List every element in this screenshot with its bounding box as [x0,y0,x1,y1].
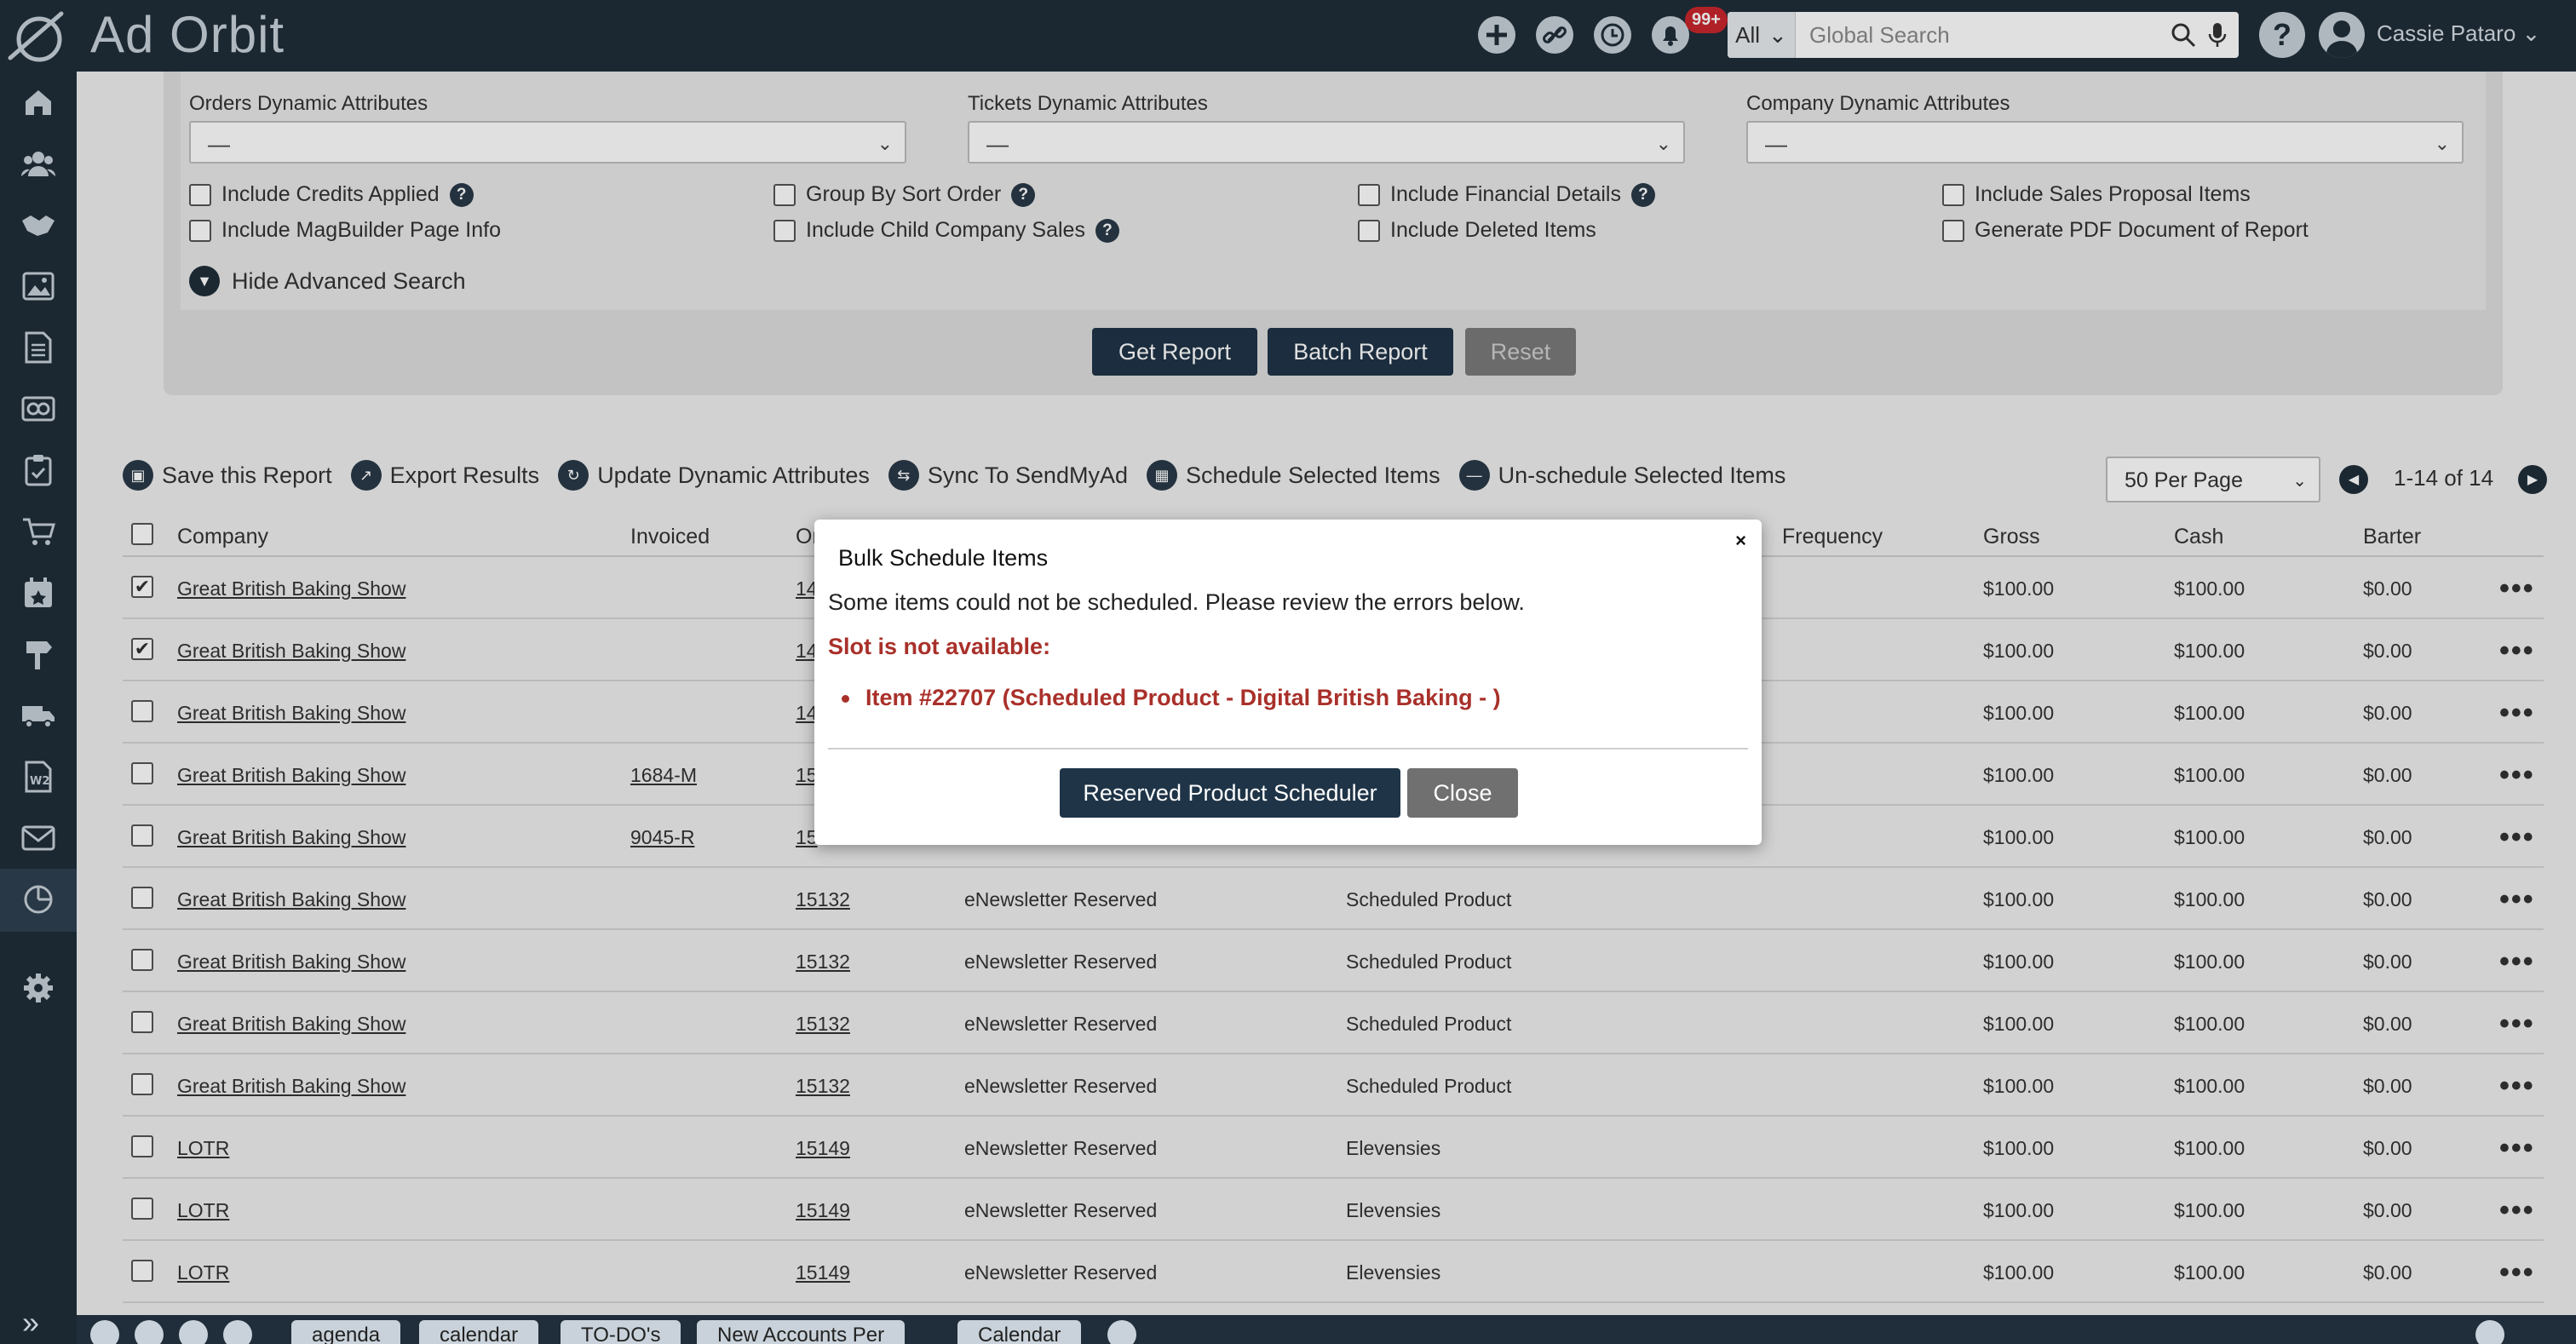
bulk-schedule-dialog: Bulk Schedule Items × Some items could n… [814,520,1762,845]
expand-sidebar-icon[interactable]: » [22,1305,39,1341]
bottom-bar: agenda calendar TO-DO's New Accounts Per… [77,1315,2576,1344]
close-button[interactable]: Close [1407,768,1518,818]
dialog-message: Some items could not be scheduled. Pleas… [828,589,1525,615]
chat-bubble-icon[interactable] [2475,1320,2504,1344]
close-icon[interactable]: × [1735,530,1746,552]
error-item: Item #22707 (Scheduled Product - Digital… [842,685,1501,710]
chat-icon[interactable] [179,1320,208,1344]
bottom-tab-agenda[interactable]: agenda [291,1320,401,1344]
bottom-tab-calendar[interactable]: calendar [419,1320,539,1344]
reserved-product-scheduler-button[interactable]: Reserved Product Scheduler [1060,768,1400,818]
dialog-title: Bulk Schedule Items [838,545,1049,571]
clock-icon[interactable] [90,1320,119,1344]
bottom-tab-calendar-2[interactable]: Calendar [957,1320,1082,1344]
error-heading: Slot is not available: [828,634,1051,659]
globe-icon[interactable] [223,1320,252,1344]
bottom-tab-new-accounts[interactable]: New Accounts Per [697,1320,906,1344]
bottom-tab-todos[interactable]: TO-DO's [561,1320,681,1344]
dialog-divider [828,748,1748,750]
edit-icon[interactable] [1107,1320,1136,1344]
mail-icon[interactable] [135,1320,164,1344]
